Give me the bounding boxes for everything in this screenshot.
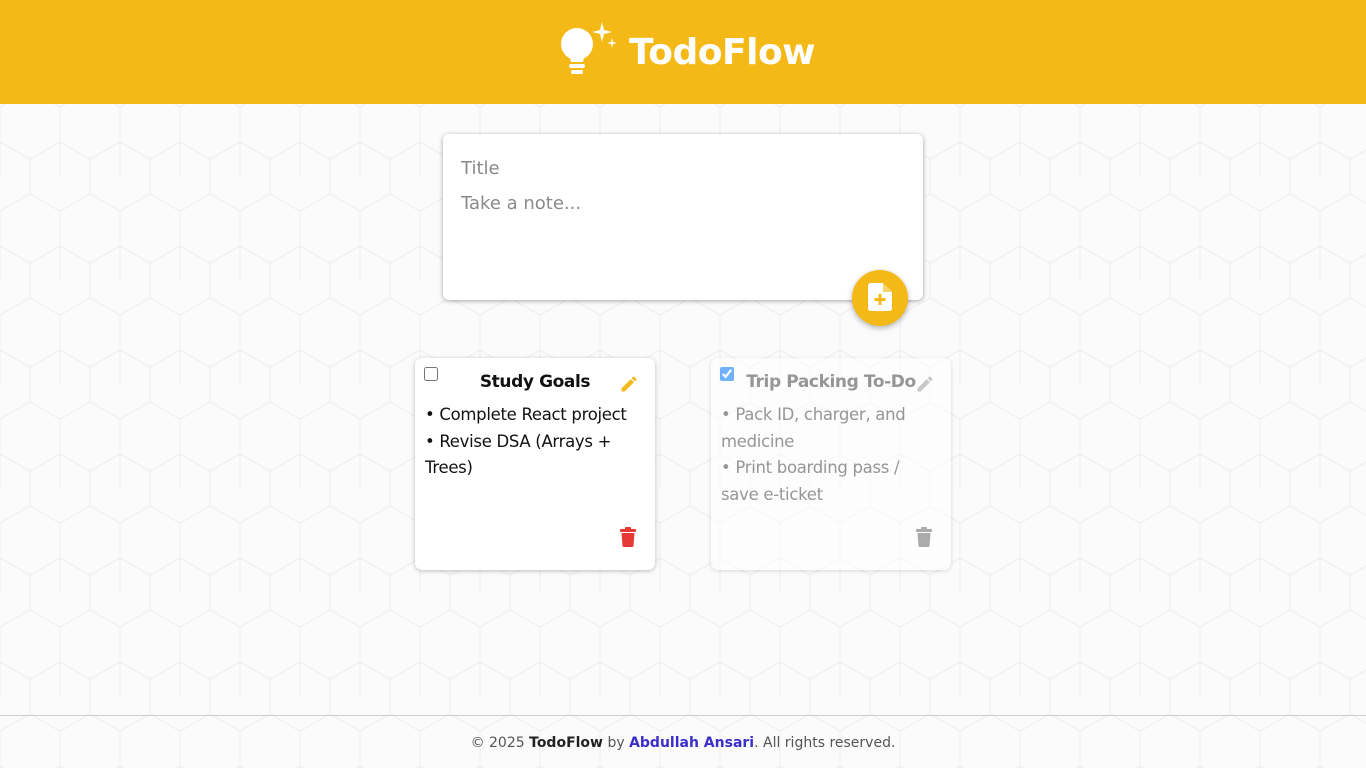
footer-by: by [607, 735, 625, 751]
pencil-icon[interactable] [619, 374, 639, 399]
app-header: TodoFlow [0, 0, 1366, 104]
note-line: • Pack ID, charger, and medicine [721, 405, 906, 451]
note-content-input[interactable] [461, 193, 901, 273]
note-card: Trip Packing To-Do • Pack ID, charger, a… [711, 358, 951, 570]
note-title: Study Goals [479, 372, 591, 392]
app-title: TodoFlow [629, 31, 815, 73]
pencil-icon[interactable] [915, 374, 935, 399]
brand[interactable]: TodoFlow [555, 18, 815, 87]
note-title: Trip Packing To-Do [746, 372, 916, 392]
footer-brand: TodoFlow [529, 735, 603, 751]
note-line: • Complete React project [425, 405, 627, 424]
note-line: • Print boarding pass / save e-ticket [721, 458, 900, 504]
note-body: • Complete React project • Revise DSA (A… [425, 402, 645, 482]
add-note-button[interactable] [852, 270, 908, 326]
footer-copyright: © 2025 [470, 735, 525, 751]
note-line: • Revise DSA (Arrays + Trees) [425, 431, 612, 478]
trash-icon[interactable] [916, 527, 932, 552]
note-composer [443, 134, 923, 300]
footer-rights: . All rights reserved. [754, 735, 896, 751]
note-title-input[interactable] [461, 156, 901, 180]
footer-author-link[interactable]: Abdullah Ansari [629, 735, 754, 751]
note-complete-checkbox[interactable] [424, 367, 438, 381]
footer: © 2025 TodoFlow by Abdullah Ansari. All … [0, 715, 1366, 768]
add-note-icon [868, 282, 892, 314]
note-complete-checkbox[interactable] [720, 367, 734, 381]
note-card: Study Goals • Complete React project • R… [415, 358, 655, 570]
lightbulb-sparkle-icon [555, 18, 619, 87]
trash-icon[interactable] [620, 527, 636, 552]
note-body: • Pack ID, charger, and medicine • Print… [721, 402, 941, 508]
